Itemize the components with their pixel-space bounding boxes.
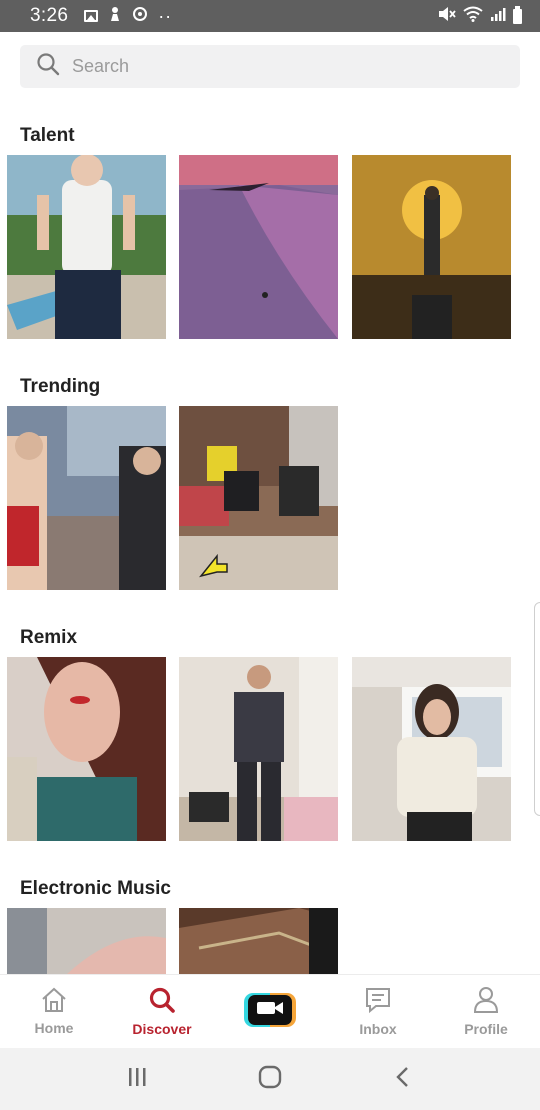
recent-apps-button[interactable]: [117, 1059, 157, 1099]
more-dots-icon: ··: [158, 6, 173, 26]
video-thumbnail[interactable]: [352, 155, 511, 339]
nav-home-label: Home: [34, 1020, 74, 1036]
image-icon: [84, 10, 99, 22]
video-thumbnail[interactable]: [179, 406, 338, 590]
status-notification-icons: ··: [84, 6, 172, 27]
nav-discover-label: Discover: [132, 1021, 192, 1037]
mute-icon: [438, 6, 456, 27]
video-thumbnail[interactable]: [179, 908, 338, 974]
person-icon: [472, 986, 500, 1017]
recent-apps-icon: [126, 1066, 148, 1093]
nav-profile-label: Profile: [464, 1021, 508, 1037]
record-button[interactable]: [244, 992, 296, 1027]
status-bar: 3:26 ··: [0, 0, 540, 32]
search-placeholder: Search: [72, 56, 130, 76]
system-navigation-bar: [0, 1048, 540, 1110]
android-debug-icon: [108, 6, 122, 27]
nav-record[interactable]: [216, 975, 324, 1048]
nav-profile[interactable]: Profile: [432, 975, 540, 1048]
bottom-navigation: Home Discover Inbox Profile: [0, 974, 540, 1048]
nav-inbox[interactable]: Inbox: [324, 975, 432, 1048]
video-camera-icon: [256, 1000, 284, 1019]
video-thumbnail[interactable]: [7, 155, 166, 339]
sync-icon: [132, 6, 148, 27]
search-icon: [36, 52, 60, 81]
status-system-icons: [438, 5, 522, 27]
home-circle-icon: [258, 1065, 282, 1094]
nav-inbox-label: Inbox: [359, 1021, 397, 1037]
video-thumbnail[interactable]: [7, 908, 166, 974]
video-thumbnail[interactable]: [352, 657, 511, 841]
signal-icon: [490, 6, 506, 27]
section-title-remix: Remix: [20, 627, 78, 648]
video-thumbnail[interactable]: [7, 657, 166, 841]
section-title-electronic-music: Electronic Music: [20, 878, 171, 899]
back-chevron-icon: [393, 1066, 413, 1093]
home-icon: [40, 987, 68, 1016]
search-icon: [148, 986, 176, 1017]
system-home-button[interactable]: [250, 1059, 290, 1099]
status-time: 3:26: [30, 5, 69, 26]
video-thumbnail[interactable]: [179, 155, 338, 339]
video-thumbnail[interactable]: [7, 406, 166, 590]
section-title-talent: Talent: [20, 125, 75, 146]
chat-icon: [364, 986, 392, 1017]
battery-icon: [513, 5, 522, 24]
scroll-indicator[interactable]: [534, 602, 540, 816]
video-thumbnail[interactable]: [179, 657, 338, 841]
search-input[interactable]: Search: [20, 45, 520, 88]
nav-discover[interactable]: Discover: [108, 975, 216, 1048]
section-title-trending: Trending: [20, 376, 101, 397]
system-back-button[interactable]: [383, 1059, 423, 1099]
wifi-icon: [463, 6, 483, 27]
nav-home[interactable]: Home: [0, 975, 108, 1048]
